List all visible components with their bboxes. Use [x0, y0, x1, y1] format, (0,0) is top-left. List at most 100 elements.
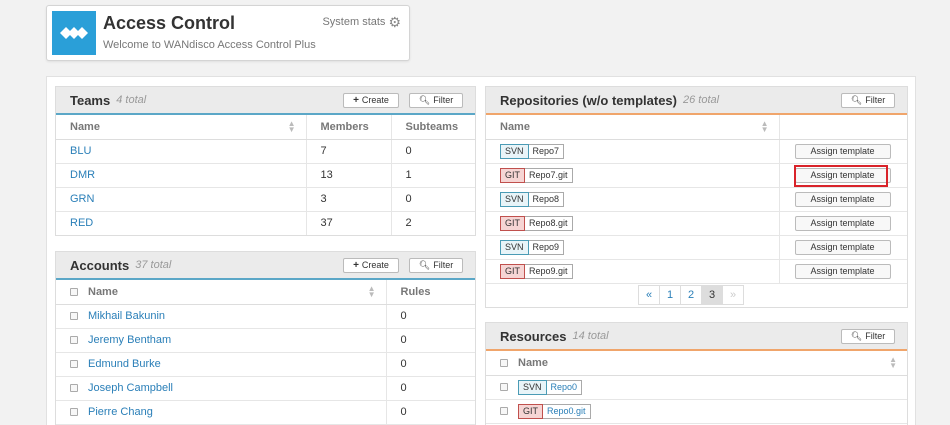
repo-name: Repo7.git: [525, 167, 573, 183]
row-checkbox[interactable]: [70, 312, 78, 321]
account-link[interactable]: Pierre Chang: [88, 406, 153, 418]
row-checkbox[interactable]: [70, 336, 78, 345]
table-row: Edmund Burke 0: [56, 352, 475, 377]
pagination-page-1[interactable]: 1: [659, 285, 681, 305]
search-icon: 🔍︎: [418, 95, 431, 105]
resource-link[interactable]: Repo0.git: [543, 403, 591, 419]
app-subtitle: Welcome to WANdisco Access Control Plus: [103, 39, 316, 51]
git-badge: GIT: [500, 263, 525, 279]
repo-name: Repo8: [528, 191, 565, 207]
row-checkbox[interactable]: [500, 383, 508, 391]
sort-icon: ▲ ▼: [760, 119, 769, 134]
search-icon: 🔍︎: [850, 95, 863, 105]
accounts-create-button[interactable]: + Create: [343, 258, 399, 273]
team-link[interactable]: RED: [70, 217, 93, 229]
pagination-page-2[interactable]: 2: [680, 285, 702, 305]
plus-icon: +: [353, 95, 359, 106]
account-link[interactable]: Edmund Burke: [88, 358, 161, 370]
team-link[interactable]: BLU: [70, 145, 91, 157]
resources-filter-button[interactable]: 🔍︎ Filter: [841, 329, 895, 344]
resources-col-name[interactable]: Name ▲ ▼: [486, 351, 907, 376]
sort-icon: ▲ ▼: [367, 284, 376, 299]
assign-template-button[interactable]: Assign template: [794, 215, 891, 231]
account-link[interactable]: Jeremy Bentham: [88, 334, 171, 346]
account-link[interactable]: Joseph Campbell: [88, 382, 173, 394]
repositories-col-name[interactable]: Name ▲ ▼: [486, 115, 780, 140]
teams-create-button[interactable]: + Create: [343, 93, 399, 108]
table-row: SVN Repo0: [486, 375, 907, 400]
teams-table: Name ▲ ▼ Members Subteams BLU 7 0 DMR 13 1 GRN…: [56, 115, 475, 235]
table-row: Mikhail Bakunin 0: [56, 304, 475, 329]
row-checkbox[interactable]: [70, 408, 78, 417]
table-row: SVN Repo9 Assign template: [486, 235, 907, 260]
repo-name: Repo9.git: [525, 263, 573, 279]
table-row: RED 37 2: [56, 211, 475, 235]
assign-template-button[interactable]: Assign template: [794, 239, 891, 255]
repositories-panel: Repositories (w/o templates) 26 total 🔍︎…: [485, 86, 908, 308]
repo-name: Repo7: [528, 143, 565, 159]
teams-col-members[interactable]: Members: [306, 115, 392, 140]
svn-badge: SVN: [518, 379, 547, 395]
table-row: GRN 3 0: [56, 187, 475, 212]
git-badge: GIT: [518, 403, 543, 419]
repositories-table: Name ▲ ▼ SVN Repo7 Assign template GIT Repo7.…: [486, 115, 907, 284]
app-title: Access Control: [103, 13, 236, 33]
team-link[interactable]: DMR: [70, 169, 95, 181]
teams-filter-button[interactable]: 🔍︎ Filter: [409, 93, 463, 108]
assign-template-button[interactable]: Assign template: [794, 263, 891, 279]
resources-title: Resources: [500, 328, 567, 344]
git-badge: GIT: [500, 167, 525, 183]
table-row: SVN Repo8 Assign template: [486, 187, 907, 212]
accounts-col-name[interactable]: Name ▲ ▼: [56, 280, 387, 305]
assign-template-button[interactable]: Assign template: [794, 191, 891, 207]
accounts-count: 37 total: [135, 259, 172, 271]
accounts-filter-button[interactable]: 🔍︎ Filter: [409, 258, 463, 273]
accounts-table: Name ▲ ▼ Rules Mikhail Bakunin 0 Jeremy Ben…: [56, 280, 475, 425]
resource-link[interactable]: Repo0: [546, 379, 583, 395]
git-badge: GIT: [500, 215, 525, 231]
svn-badge: SVN: [500, 143, 529, 159]
table-row: BLU 7 0: [56, 139, 475, 164]
table-row: Pierre Chang 0: [56, 400, 475, 425]
table-row: GIT Repo0.git: [486, 399, 907, 424]
accounts-panel: Accounts 37 total + Create 🔍︎ Filter Name ▲…: [55, 251, 476, 425]
assign-template-button[interactable]: Assign template: [794, 143, 891, 159]
select-all-checkbox[interactable]: [70, 287, 78, 296]
row-checkbox[interactable]: [70, 360, 78, 369]
sort-icon: ▲ ▼: [889, 355, 897, 370]
select-all-checkbox[interactable]: [500, 358, 508, 367]
row-checkbox[interactable]: [500, 407, 508, 415]
resources-panel: Resources 14 total 🔍︎ Filter Name ▲ ▼ SVN Re…: [485, 322, 908, 425]
table-row: SVN Repo7 Assign template: [486, 139, 907, 164]
system-stats-label: System stats: [322, 16, 386, 28]
resources-table: Name ▲ ▼ SVN Repo0 GIT Repo0.git: [486, 351, 907, 424]
repositories-header: Repositories (w/o templates) 26 total 🔍︎…: [486, 87, 907, 115]
assign-template-button[interactable]: Assign template: [794, 167, 891, 183]
pagination-next[interactable]: »: [722, 285, 744, 305]
teams-header: Teams 4 total + Create 🔍︎ Filter: [56, 87, 475, 115]
repositories-col-actions: [779, 115, 907, 140]
repo-name: Repo9: [528, 239, 565, 255]
table-row: DMR 13 1: [56, 163, 475, 188]
resources-count: 14 total: [572, 330, 609, 342]
search-icon: 🔍︎: [418, 260, 431, 270]
table-row: GIT Repo7.git Assign template: [486, 163, 907, 188]
teams-panel: Teams 4 total + Create 🔍︎ Filter Name ▲ ▼ Me…: [55, 86, 476, 236]
team-link[interactable]: GRN: [70, 193, 94, 205]
pagination-prev[interactable]: «: [638, 285, 660, 305]
accounts-header: Accounts 37 total + Create 🔍︎ Filter: [56, 252, 475, 280]
pagination-page-3[interactable]: 3: [701, 285, 723, 305]
teams-col-name[interactable]: Name ▲ ▼: [56, 115, 307, 140]
teams-col-subteams[interactable]: Subteams: [391, 115, 475, 140]
repositories-filter-button[interactable]: 🔍︎ Filter: [841, 93, 895, 108]
teams-title: Teams: [70, 92, 111, 108]
system-stats-link[interactable]: System stats ⚙: [322, 15, 401, 29]
teams-count: 4 total: [116, 94, 147, 106]
plus-icon: +: [353, 260, 359, 271]
row-checkbox[interactable]: [70, 384, 78, 393]
account-link[interactable]: Mikhail Bakunin: [88, 310, 165, 322]
accounts-title: Accounts: [70, 257, 130, 273]
table-row: GIT Repo9.git Assign template: [486, 259, 907, 284]
accounts-col-rules[interactable]: Rules: [386, 280, 475, 305]
search-icon: 🔍︎: [850, 331, 863, 341]
